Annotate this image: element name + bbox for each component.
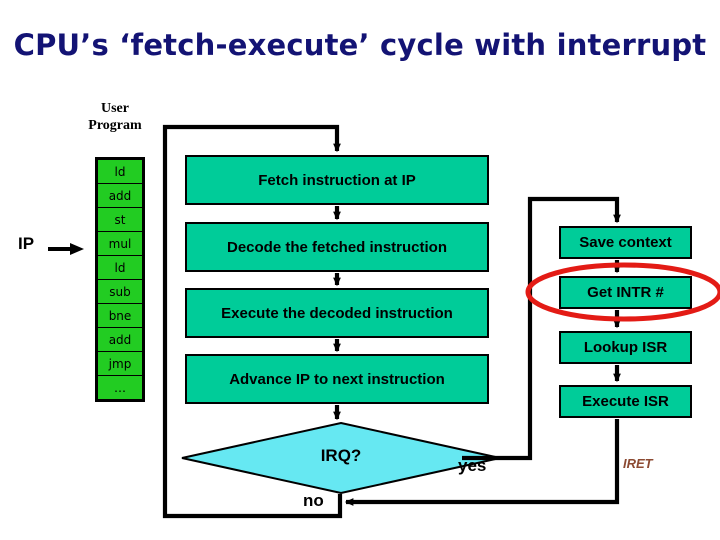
user-program-label-line1: User (101, 101, 129, 116)
user-program-label-line2: Program (88, 118, 142, 133)
iret-return-label: IRET (623, 456, 653, 471)
program-instruction-cell: add (98, 328, 142, 351)
program-instruction-cell: bne (98, 304, 142, 327)
flow-step-decode[interactable]: Decode the fetched instruction (185, 222, 489, 272)
program-instruction-cell: ld (98, 256, 142, 279)
decision-label: IRQ? (320, 446, 362, 465)
program-instruction-cell: st (98, 208, 142, 231)
program-instruction-cell: add (98, 184, 142, 207)
isr-step-get-intr-number[interactable]: Get INTR # (559, 276, 692, 309)
flow-step-advance-ip[interactable]: Advance IP to next instruction (185, 354, 489, 404)
isr-step-lookup-isr[interactable]: Lookup ISR (559, 331, 692, 364)
flow-step-execute[interactable]: Execute the decoded instruction (185, 288, 489, 338)
program-instruction-cell: … (98, 376, 142, 399)
program-instruction-cell: mul (98, 232, 142, 255)
user-program-label: User Program (62, 100, 168, 134)
program-instruction-cell: ld (98, 160, 142, 183)
instruction-pointer-label: IP (18, 234, 35, 253)
right-arrow-icon (48, 243, 84, 255)
page-title: CPU’s ‘fetch-execute’ cycle with interru… (13, 28, 707, 62)
branch-label-no: no (303, 491, 324, 510)
user-program-listing: ld add st mul ld sub bne add jmp … (95, 157, 145, 402)
program-instruction-cell: sub (98, 280, 142, 303)
isr-step-save-context[interactable]: Save context (559, 226, 692, 259)
program-instruction-cell: jmp (98, 352, 142, 375)
isr-step-execute-isr[interactable]: Execute ISR (559, 385, 692, 418)
branch-label-yes: yes (458, 456, 487, 475)
slide-canvas: CPU’s ‘fetch-execute’ cycle with interru… (0, 0, 720, 540)
flow-step-fetch[interactable]: Fetch instruction at IP (185, 155, 489, 205)
